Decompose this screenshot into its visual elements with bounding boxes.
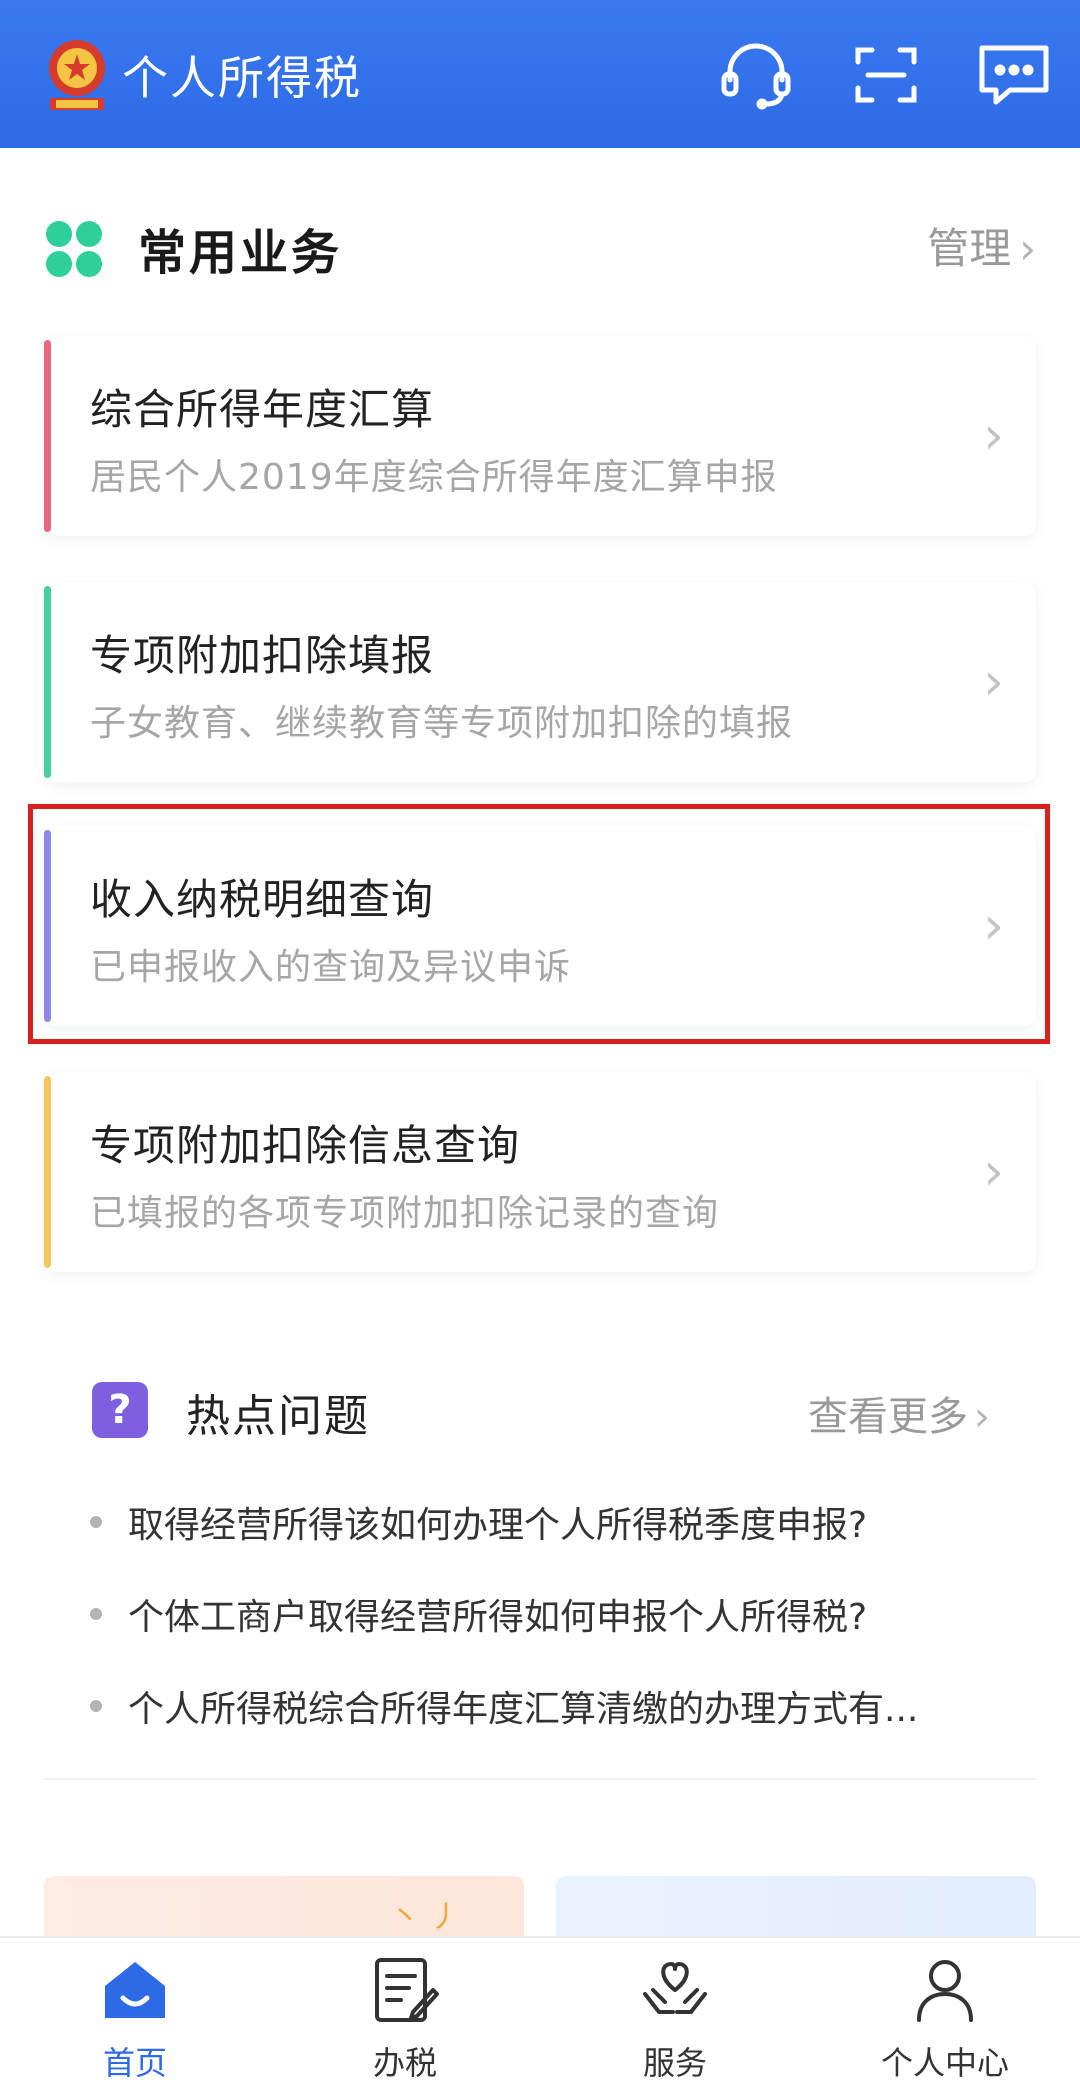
bullet bbox=[90, 1700, 102, 1712]
tax-form-icon bbox=[369, 1954, 441, 2026]
nav-label: 服务 bbox=[642, 2044, 707, 2082]
service-item-special-deduction-fill[interactable]: 专项附加扣除填报 子女教育、继续教育等专项附加扣除的填报 › bbox=[44, 582, 1036, 782]
hot-question-item[interactable]: 个人所得税综合所得年度汇算清缴的办理方式有... bbox=[90, 1676, 1010, 1736]
service-title: 专项附加扣除信息查询 bbox=[90, 1121, 521, 1170]
chevron-right-icon: › bbox=[974, 1394, 990, 1440]
nav-label: 首页 bbox=[102, 2044, 167, 2082]
bullet bbox=[90, 1516, 102, 1528]
view-more-label: 查看更多 bbox=[808, 1394, 968, 1440]
bottom-nav: 首页 办税 服务 个人中心 bbox=[0, 1936, 1080, 2089]
service-subtitle: 子女教育、继续教育等专项附加扣除的填报 bbox=[90, 703, 794, 744]
manage-button[interactable]: 管理 › bbox=[927, 215, 1036, 276]
hot-questions-header: ? 热点问题 查看更多 › bbox=[88, 1378, 990, 1448]
app-title: 个人所得税 bbox=[122, 51, 362, 105]
nav-profile[interactable]: 个人中心 bbox=[845, 1954, 1045, 2084]
chevron-right-icon: › bbox=[983, 652, 1004, 712]
manage-label: 管理 bbox=[927, 224, 1012, 273]
section-title: 常用业务 bbox=[138, 225, 343, 281]
hot-questions-title: 热点问题 bbox=[186, 1391, 370, 1442]
question-icon: ? bbox=[92, 1382, 148, 1438]
nav-home[interactable]: 首页 bbox=[35, 1954, 235, 2084]
hot-question-text: 取得经营所得该如何办理个人所得税季度申报? bbox=[128, 1505, 868, 1546]
hot-question-text: 个人所得税综合所得年度汇算清缴的办理方式有... bbox=[128, 1689, 919, 1730]
accent-bar bbox=[44, 1076, 51, 1268]
service-title: 专项附加扣除填报 bbox=[90, 631, 435, 680]
service-title: 综合所得年度汇算 bbox=[90, 385, 435, 434]
service-item-special-deduction-query[interactable]: 专项附加扣除信息查询 已填报的各项专项附加扣除记录的查询 › bbox=[44, 1072, 1036, 1272]
nav-label: 个人中心 bbox=[880, 2044, 1009, 2082]
nav-label: 办税 bbox=[372, 2044, 437, 2082]
service-subtitle: 居民个人2019年度综合所得年度汇算申报 bbox=[90, 457, 778, 498]
bullet bbox=[90, 1608, 102, 1620]
hot-question-item[interactable]: 取得经营所得该如何办理个人所得税季度申报? bbox=[90, 1492, 1010, 1552]
clover-icon bbox=[44, 219, 104, 279]
sparkle-icon: 丶 丿 bbox=[390, 1900, 460, 1935]
nav-service[interactable]: 服务 bbox=[575, 1954, 775, 2084]
person-icon bbox=[909, 1954, 981, 2026]
heart-hands-icon bbox=[639, 1954, 711, 2026]
service-item-annual-settlement[interactable]: 综合所得年度汇算 居民个人2019年度综合所得年度汇算申报 › bbox=[44, 336, 1036, 536]
service-subtitle: 已填报的各项专项附加扣除记录的查询 bbox=[90, 1193, 720, 1234]
home-icon bbox=[99, 1954, 171, 2026]
nav-tax[interactable]: 办税 bbox=[305, 1954, 505, 2084]
app-header: 个人所得税 bbox=[0, 0, 1080, 148]
divider bbox=[44, 1778, 1036, 1780]
view-more-button[interactable]: 查看更多 › bbox=[808, 1384, 990, 1442]
highlight-box bbox=[28, 804, 1050, 1044]
hot-question-item[interactable]: 个体工商户取得经营所得如何申报个人所得税? bbox=[90, 1584, 1010, 1644]
tax-emblem-icon bbox=[40, 36, 114, 118]
message-icon[interactable] bbox=[976, 40, 1052, 110]
common-services-header: 常用业务 管理 › bbox=[44, 205, 1036, 285]
chevron-right-icon: › bbox=[983, 1142, 1004, 1202]
headset-icon[interactable] bbox=[718, 40, 794, 110]
hot-question-text: 个体工商户取得经营所得如何申报个人所得税? bbox=[128, 1597, 868, 1638]
scan-icon[interactable] bbox=[848, 40, 924, 110]
accent-bar bbox=[44, 586, 51, 778]
chevron-right-icon: › bbox=[983, 406, 1004, 466]
chevron-right-icon: › bbox=[1019, 224, 1036, 273]
accent-bar bbox=[44, 340, 51, 532]
